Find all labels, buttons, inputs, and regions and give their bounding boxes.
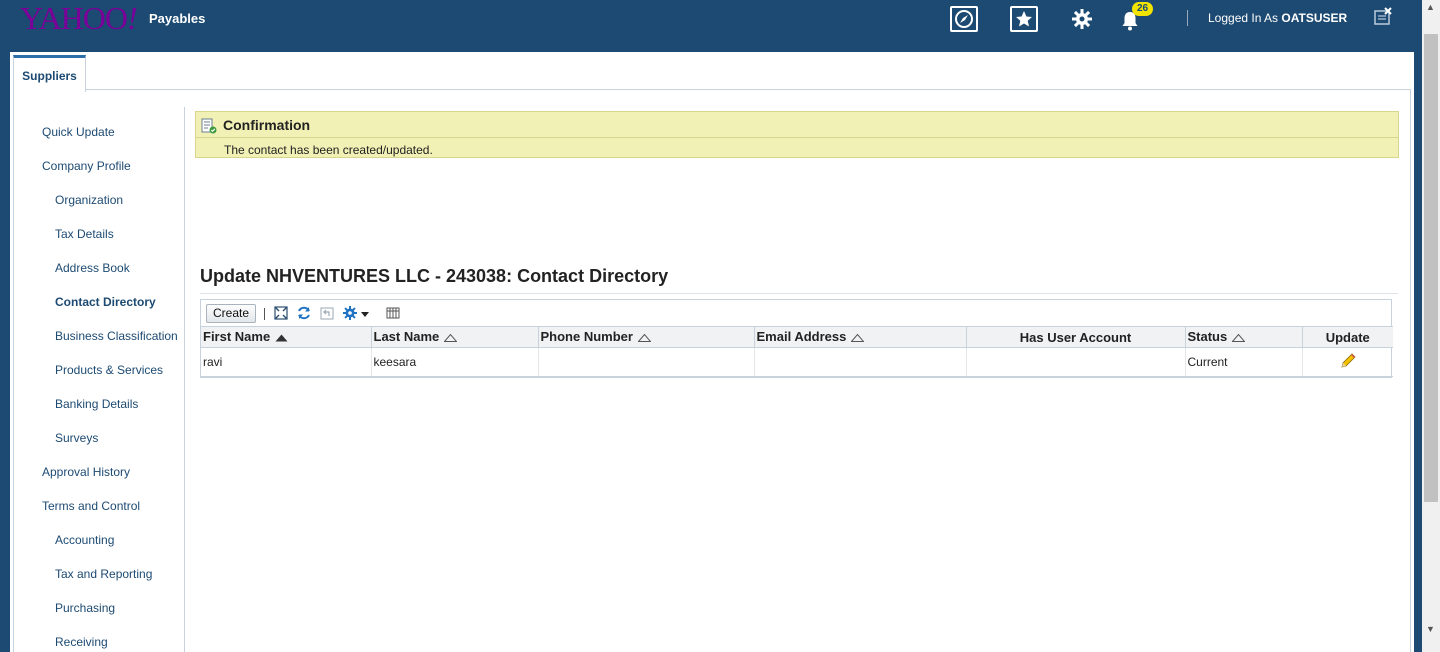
sidebar-item-banking-details[interactable]: Banking Details <box>55 397 138 411</box>
sidebar-item-company-profile[interactable]: Company Profile <box>42 159 131 173</box>
sidebar-item-organization[interactable]: Organization <box>55 193 123 207</box>
username[interactable]: OATSUSER <box>1281 11 1347 25</box>
yahoo-logo[interactable]: YAHOO! <box>20 0 138 37</box>
sort-icon[interactable] <box>637 330 652 345</box>
settings-gear-icon[interactable] <box>1068 6 1096 32</box>
table-header-row: First Name Last Name Phone Number Email … <box>201 326 1393 348</box>
sidebar-item-approval-history[interactable]: Approval History <box>42 465 130 479</box>
scrollbar-thumb[interactable] <box>1424 34 1438 502</box>
sidebar-item-business-classification[interactable]: Business Classification <box>55 329 178 343</box>
main-panel: Suppliers Quick Update Company Profile O… <box>10 52 1414 652</box>
tab-suppliers[interactable]: Suppliers <box>13 55 86 92</box>
undo-icon[interactable] <box>319 304 335 322</box>
column-label: Email Address <box>756 328 847 344</box>
scroll-down-arrow-icon[interactable]: ▼ <box>1426 624 1435 634</box>
sidebar-item-surveys[interactable]: Surveys <box>55 431 98 445</box>
confirmation-text: The contact has been created/updated. <box>224 143 433 157</box>
contact-directory-table: First Name Last Name Phone Number Email … <box>201 326 1393 377</box>
cell-first-name: ravi <box>201 347 372 377</box>
columns-icon[interactable] <box>385 304 401 322</box>
sidebar-item-purchasing[interactable]: Purchasing <box>55 601 115 615</box>
favorites-star-icon[interactable] <box>1010 6 1038 32</box>
logo-bang: ! <box>127 0 138 36</box>
sort-icon[interactable] <box>443 330 458 345</box>
sidebar-item-quick-update[interactable]: Quick Update <box>42 125 115 139</box>
cell-phone-number <box>538 347 755 377</box>
compass-icon[interactable] <box>950 6 978 32</box>
column-label: Status <box>1187 328 1228 344</box>
column-header-status[interactable]: Status <box>1185 326 1303 348</box>
sidebar-item-address-book[interactable]: Address Book <box>55 261 130 275</box>
sidebar-item-terms-and-control[interactable]: Terms and Control <box>42 499 140 513</box>
column-header-update: Update <box>1302 326 1393 348</box>
page-title: Update NHVENTURES LLC - 243038: Contact … <box>200 266 669 286</box>
contact-directory-table-panel: Create First Name Last Name Phone Number… <box>200 299 1393 378</box>
cell-email-address <box>754 347 967 377</box>
column-label: Last Name <box>373 328 440 344</box>
logout-icon[interactable] <box>1372 6 1394 28</box>
title-divider <box>200 293 1398 294</box>
sidebar-item-receiving[interactable]: Receiving <box>55 635 108 649</box>
edit-pencil-icon[interactable] <box>1339 352 1357 373</box>
sort-icon[interactable] <box>1231 330 1246 345</box>
sidebar-item-tax-and-reporting[interactable]: Tax and Reporting <box>55 567 152 581</box>
app-header: YAHOO! Payables 26 Logged In As OATSUSER <box>0 0 1422 52</box>
scroll-up-arrow-icon[interactable]: ▲ <box>1426 2 1435 12</box>
sidebar-item-products-services[interactable]: Products & Services <box>55 363 163 377</box>
confirmation-message-box: Confirmation The contact has been create… <box>195 111 1399 158</box>
column-label: First Name <box>203 328 271 344</box>
cell-status: Current <box>1185 347 1303 377</box>
sort-icon[interactable] <box>850 330 865 345</box>
toolbar-separator <box>264 308 265 320</box>
column-label: Phone Number <box>540 328 633 344</box>
sidebar-item-accounting[interactable]: Accounting <box>55 533 114 547</box>
column-header-last-name[interactable]: Last Name <box>371 326 539 348</box>
detach-icon[interactable] <box>273 304 289 322</box>
column-header-has-user-account: Has User Account <box>966 326 1186 348</box>
confirmation-divider <box>196 137 1398 138</box>
sidebar-nav: Quick Update Company Profile Organizatio… <box>10 107 185 652</box>
logo-text: YAHOO <box>20 0 128 36</box>
sidebar-item-contact-directory[interactable]: Contact Directory <box>55 295 156 309</box>
vertical-scrollbar[interactable]: ▲ ▼ <box>1422 0 1440 652</box>
header-divider <box>1187 10 1188 26</box>
refresh-icon[interactable] <box>296 304 312 322</box>
cell-last-name: keesara <box>371 347 539 377</box>
column-header-phone-number[interactable]: Phone Number <box>538 326 755 348</box>
column-header-first-name[interactable]: First Name <box>201 326 372 348</box>
notification-count-badge: 26 <box>1132 2 1154 16</box>
confirmation-document-check-icon <box>201 118 217 137</box>
sidebar-item-tax-details[interactable]: Tax Details <box>55 227 114 241</box>
confirmation-title: Confirmation <box>223 117 311 133</box>
table-row[interactable]: ravi keesara Current <box>201 347 1393 377</box>
logged-in-prefix: Logged In As <box>1208 11 1279 25</box>
app-name: Payables <box>149 11 206 26</box>
table-toolbar: Create <box>201 300 1391 327</box>
sort-ascending-icon[interactable] <box>275 330 288 345</box>
column-header-email-address[interactable]: Email Address <box>754 326 967 348</box>
cell-update <box>1302 347 1393 377</box>
cell-has-user-account <box>966 347 1186 377</box>
logged-in-label: Logged In As OATSUSER <box>1208 11 1347 25</box>
create-contact-button[interactable]: Create <box>206 304 257 323</box>
settings-menu-icon[interactable] <box>342 304 372 322</box>
